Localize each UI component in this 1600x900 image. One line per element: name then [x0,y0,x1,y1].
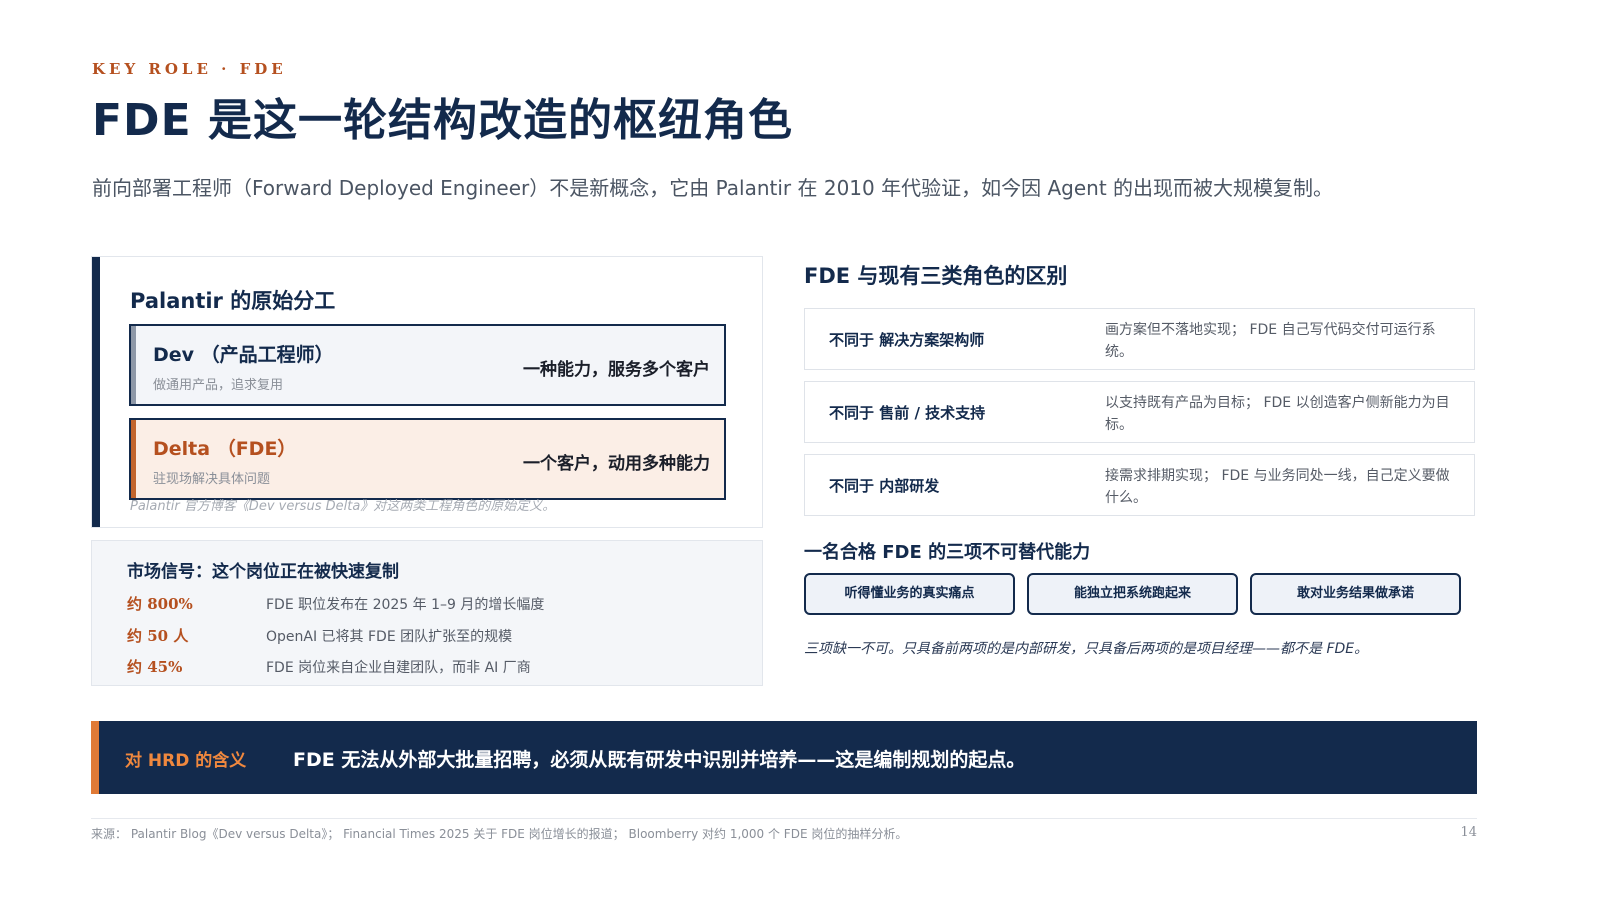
section-kicker: KEY ROLE · FDE [92,60,287,78]
signal-value: 约 50 人 [127,627,189,645]
role-dev-desc: 做通用产品，追求复用 [153,378,284,393]
difference-label: 不同于 内部研发 [829,477,940,495]
abilities-heading: 一名合格 FDE 的三项不可替代能力 [804,542,1091,563]
difference-row: 不同于 解决方案架构师 画方案但不落地实现； FDE 自己写代码交付可运行系统。 [804,308,1475,370]
difference-text: 接需求排期实现； FDE 与业务同处一线，自己定义要做什么。 [1105,468,1450,506]
abilities-note: 三项缺一不可。只具备前两项的是内部研发，只具备后两项的是项目经理——都不是 FD… [804,641,1369,657]
market-signal-card: 市场信号：这个岗位正在被快速复制 约 800% FDE 职位发布在 2025 年… [91,540,763,686]
signal-text: OpenAI 已将其 FDE 团队扩张至的规模 [266,629,513,645]
palantir-card-title: Palantir 的原始分工 [130,289,336,313]
page-subtitle: 前向部署工程师（Forward Deployed Engineer）不是新概念，… [92,176,1334,200]
source-note: 来源： Palantir Blog《Dev versus Delta》； Fin… [91,827,908,841]
footer-divider [91,818,1477,819]
role-delta-accent [131,420,136,498]
signal-text: FDE 职位发布在 2025 年 1–9 月的增长幅度 [266,597,545,613]
difference-label: 不同于 售前 / 技术支持 [829,404,986,422]
ability-pill: 敢对业务结果做承诺 [1250,573,1461,615]
banner-label: 对 HRD 的含义 [125,751,247,771]
difference-row: 不同于 内部研发 接需求排期实现； FDE 与业务同处一线，自己定义要做什么。 [804,454,1475,516]
hrd-implication-banner: 对 HRD 的含义 FDE 无法从外部大批量招聘，必须从既有研发中识别并培养——… [91,721,1477,794]
role-dev-accent [131,326,136,404]
role-dev-name: Dev （产品工程师） [153,344,334,366]
market-signal-title: 市场信号：这个岗位正在被快速复制 [127,562,399,582]
role-delta-name: Delta （FDE） [153,438,297,460]
difference-text: 画方案但不落地实现； FDE 自己写代码交付可运行系统。 [1105,322,1436,360]
difference-text: 以支持既有产品为目标； FDE 以创造客户侧新能力为目标。 [1105,395,1450,433]
difference-label: 不同于 解决方案架构师 [829,331,985,349]
signal-value: 约 45% [127,658,183,676]
palantir-card-caption: Palantir 官方博客《Dev versus Delta》对这两类工程角色的… [130,499,556,514]
role-dev-box: Dev （产品工程师） 做通用产品，追求复用 一种能力，服务多个客户 [129,324,726,406]
role-delta-tag: 一个客户，动用多种能力 [523,454,710,474]
ability-pill: 听得懂业务的真实痛点 [804,573,1015,615]
role-dev-tag: 一种能力，服务多个客户 [523,360,710,380]
role-delta-box: Delta （FDE） 驻现场解决具体问题 一个客户，动用多种能力 [129,418,726,500]
banner-message: FDE 无法从外部大批量招聘，必须从既有研发中识别并培养——这是编制规划的起点。 [293,749,1026,771]
signal-text: FDE 岗位来自企业自建团队，而非 AI 厂商 [266,660,531,676]
signal-row: 约 50 人 OpenAI 已将其 FDE 团队扩张至的规模 [127,625,747,647]
differences-heading: FDE 与现有三类角色的区别 [804,264,1068,288]
signal-row: 约 45% FDE 岗位来自企业自建团队，而非 AI 厂商 [127,656,747,678]
signal-row: 约 800% FDE 职位发布在 2025 年 1–9 月的增长幅度 [127,593,747,615]
page-number: 14 [1460,825,1477,840]
signal-value: 约 800% [127,595,193,613]
card-accent-stripe [92,257,100,527]
ability-pill: 能独立把系统跑起来 [1027,573,1238,615]
banner-accent [91,721,99,794]
page-title: FDE 是这一轮结构改造的枢纽角色 [92,95,793,146]
difference-row: 不同于 售前 / 技术支持 以支持既有产品为目标； FDE 以创造客户侧新能力为… [804,381,1475,443]
palantir-division-card: Palantir 的原始分工 Dev （产品工程师） 做通用产品，追求复用 一种… [91,256,763,528]
role-delta-desc: 驻现场解决具体问题 [153,472,271,487]
